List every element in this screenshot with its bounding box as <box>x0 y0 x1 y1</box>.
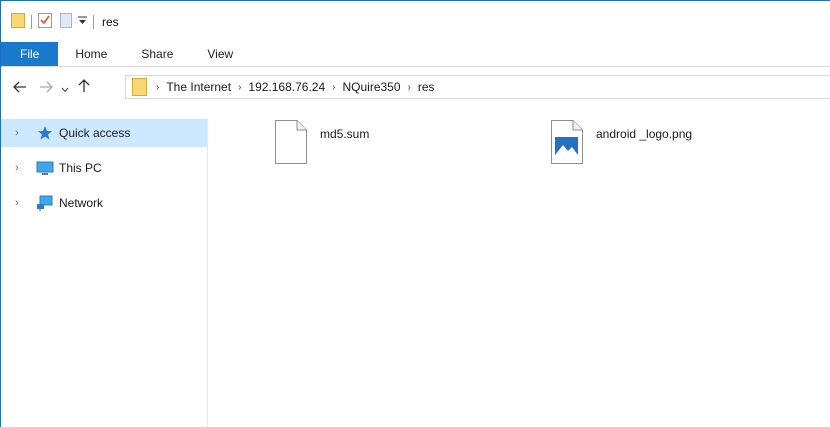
breadcrumb-ip-address[interactable]: 192.168.76.24 <box>245 80 328 94</box>
sidebar-item-this-pc[interactable]: › This PC <box>1 154 207 182</box>
breadcrumb-separator[interactable]: › <box>404 82 415 93</box>
navigation-pane: › Quick access › This PC › Network <box>1 119 208 427</box>
sidebar-item-label: Network <box>59 196 104 210</box>
star-icon <box>36 125 54 141</box>
tab-view[interactable]: View <box>190 42 250 66</box>
chevron-right-icon[interactable]: › <box>15 127 27 139</box>
breadcrumb-res[interactable]: res <box>415 80 438 94</box>
breadcrumb-nquire350[interactable]: NQuire350 <box>340 80 404 94</box>
folder-icon <box>11 12 25 31</box>
tab-home[interactable]: Home <box>58 42 124 66</box>
network-icon <box>36 195 54 211</box>
title-bar: res <box>1 1 830 42</box>
new-folder-icon[interactable] <box>60 12 72 31</box>
tab-share[interactable]: Share <box>124 42 190 66</box>
breadcrumb-separator[interactable]: › <box>328 82 339 93</box>
breadcrumb-separator[interactable]: › <box>234 82 245 93</box>
back-button[interactable] <box>9 77 31 99</box>
tab-file[interactable]: File <box>1 42 59 66</box>
up-arrow-icon <box>78 79 90 96</box>
computer-icon <box>36 160 54 176</box>
recent-locations-button[interactable] <box>57 77 73 99</box>
address-bar[interactable]: › The Internet › 192.168.76.24 › NQuire3… <box>125 75 830 99</box>
file-explorer-window: res File Home Share View › The Internet … <box>0 0 830 427</box>
file-item-android-logo-png[interactable]: android _logo.png <box>551 120 692 167</box>
folder-icon <box>132 78 147 96</box>
sidebar-item-label: Quick access <box>59 126 131 140</box>
file-item-md5-sum[interactable]: md5.sum <box>275 120 369 167</box>
separator <box>93 14 94 29</box>
chevron-right-icon[interactable]: › <box>15 197 27 209</box>
blank-file-icon <box>275 120 307 167</box>
chevron-right-icon[interactable]: › <box>15 162 27 174</box>
properties-check-icon[interactable] <box>38 12 52 31</box>
back-arrow-icon <box>13 80 27 96</box>
breadcrumb-separator[interactable]: › <box>152 82 163 93</box>
sidebar-item-network[interactable]: › Network <box>1 189 207 217</box>
file-name: md5.sum <box>320 127 370 141</box>
forward-button[interactable] <box>35 77 57 99</box>
file-name: android _logo.png <box>596 127 693 141</box>
up-button[interactable] <box>73 77 95 99</box>
file-list: md5.sum android _logo.png <box>209 109 830 427</box>
forward-arrow-icon <box>39 80 53 96</box>
sidebar-item-label: This PC <box>59 161 102 175</box>
image-file-icon <box>551 120 583 167</box>
breadcrumb-the-internet[interactable]: The Internet <box>163 80 234 94</box>
ribbon-tabs: File Home Share View <box>1 42 830 67</box>
chevron-down-icon <box>61 80 69 96</box>
separator <box>31 14 32 29</box>
navigation-bar: › The Internet › 192.168.76.24 › NQuire3… <box>1 72 830 103</box>
window-title: res <box>102 14 119 29</box>
sidebar-item-quick-access[interactable]: › Quick access <box>1 119 207 147</box>
quick-access-toolbar <box>11 12 100 31</box>
customize-toolbar-dropdown-icon[interactable] <box>78 15 87 28</box>
